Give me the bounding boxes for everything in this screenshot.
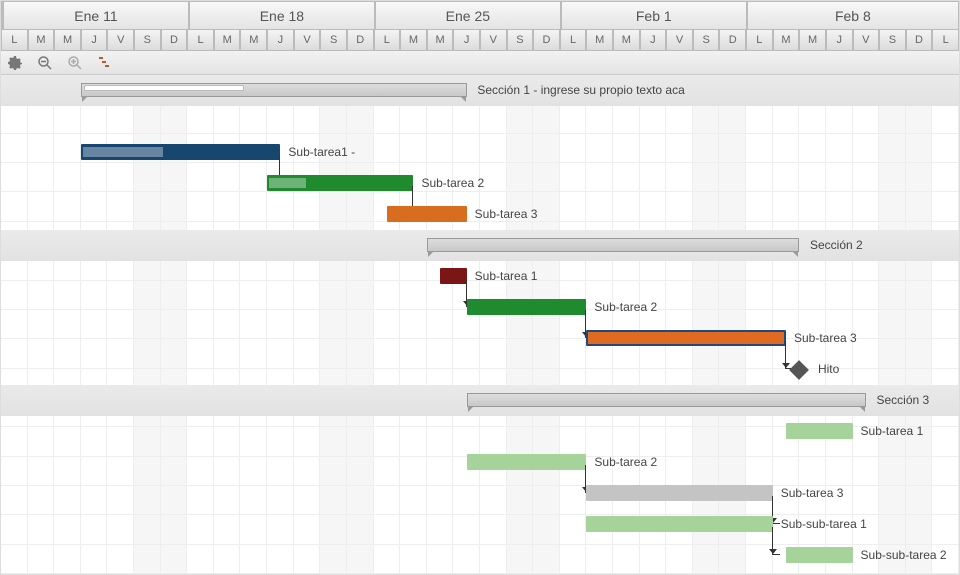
toolbar: [1, 51, 959, 75]
day-header-cell: M: [54, 29, 81, 51]
day-header-cell: M: [214, 29, 241, 51]
section-bar[interactable]: [427, 238, 800, 252]
week-header-cell: Feb 8: [747, 1, 959, 29]
day-header-cell: V: [107, 29, 134, 51]
zoom-out-icon[interactable]: [37, 55, 53, 71]
milestone-label: Hito: [818, 362, 839, 376]
day-header-cell: D: [906, 29, 933, 51]
zoom-in-icon[interactable]: [67, 55, 83, 71]
task-bar[interactable]: [387, 206, 467, 222]
task-bar[interactable]: [586, 330, 786, 346]
day-header-cell: D: [161, 29, 188, 51]
day-header-cell: L: [560, 29, 587, 51]
task-label: Sub-tarea 2: [594, 300, 657, 314]
task-label: Sub-tarea 1: [475, 269, 538, 283]
day-header-cell: L: [932, 29, 959, 51]
task-bar[interactable]: [467, 454, 587, 470]
task-bar[interactable]: [267, 175, 413, 191]
task-bar[interactable]: [586, 485, 772, 501]
day-header-cell: V: [666, 29, 693, 51]
timeline-header: Ene 11Ene 18Ene 25Feb 1Feb 8 LMMJVSDLMMJ…: [1, 1, 959, 51]
indent-icon[interactable]: [97, 55, 113, 71]
day-header-cell: L: [746, 29, 773, 51]
week-row: Ene 11Ene 18Ene 25Feb 1Feb 8: [1, 1, 959, 29]
section-label: Sección 2: [810, 238, 863, 252]
day-header-cell: D: [347, 29, 374, 51]
week-header-cell: Feb 1: [561, 1, 747, 29]
task-bar[interactable]: [467, 299, 587, 315]
task-label: Sub-tarea1 -: [288, 145, 355, 159]
section-bar[interactable]: [467, 393, 866, 407]
task-label: Sub-tarea 1: [861, 424, 924, 438]
section-label: Sección 3: [877, 393, 930, 407]
day-header-cell: S: [507, 29, 534, 51]
day-header-cell: J: [826, 29, 853, 51]
gantt-chart: Ene 11Ene 18Ene 25Feb 1Feb 8 LMMJVSDLMMJ…: [0, 0, 960, 575]
day-header-cell: J: [267, 29, 294, 51]
task-bar[interactable]: [81, 144, 281, 160]
day-header-cell: M: [240, 29, 267, 51]
section-label: Sección 1 - ingrese su propio texto aca: [477, 83, 684, 97]
day-header-cell: M: [613, 29, 640, 51]
day-header-cell: M: [799, 29, 826, 51]
day-header-cell: J: [640, 29, 667, 51]
task-bar[interactable]: [786, 423, 853, 439]
gear-icon[interactable]: [7, 55, 23, 71]
task-label: Sub-sub-tarea 1: [781, 517, 867, 531]
day-header-cell: M: [586, 29, 613, 51]
task-bar[interactable]: [440, 268, 467, 284]
week-header-cell: Ene 11: [3, 1, 189, 29]
day-header-cell: D: [533, 29, 560, 51]
day-header-cell: M: [400, 29, 427, 51]
section-bar[interactable]: [81, 83, 467, 97]
day-header-cell: S: [879, 29, 906, 51]
task-label: Sub-sub-tarea 2: [861, 548, 947, 562]
day-header-cell: L: [187, 29, 214, 51]
day-header-cell: M: [427, 29, 454, 51]
day-header-cell: L: [374, 29, 401, 51]
task-bar[interactable]: [586, 516, 772, 532]
task-label: Sub-tarea 2: [594, 455, 657, 469]
day-header-cell: L: [1, 29, 28, 51]
task-label: Sub-tarea 3: [781, 486, 844, 500]
day-row: LMMJVSDLMMJVSDLMMJVSDLMMJVSDLMMJVSDL: [1, 29, 959, 51]
week-header-cell: Ene 18: [189, 1, 375, 29]
day-header-cell: J: [453, 29, 480, 51]
day-header-cell: M: [773, 29, 800, 51]
day-header-cell: V: [294, 29, 321, 51]
task-label: Sub-tarea 3: [794, 331, 857, 345]
week-header-cell: Ene 25: [375, 1, 561, 29]
day-header-cell: S: [134, 29, 161, 51]
day-header-cell: S: [320, 29, 347, 51]
day-header-cell: S: [693, 29, 720, 51]
day-header-cell: D: [719, 29, 746, 51]
task-bar[interactable]: [786, 547, 853, 563]
day-header-cell: V: [853, 29, 880, 51]
task-label: Sub-tarea 3: [475, 207, 538, 221]
gantt-lanes: Sección 1 - ingrese su propio texto aca S…: [1, 75, 959, 571]
day-header-cell: V: [480, 29, 507, 51]
task-label: Sub-tarea 2: [421, 176, 484, 190]
day-header-cell: J: [81, 29, 108, 51]
day-header-cell: M: [28, 29, 55, 51]
milestone-diamond-icon[interactable]: [789, 360, 809, 380]
